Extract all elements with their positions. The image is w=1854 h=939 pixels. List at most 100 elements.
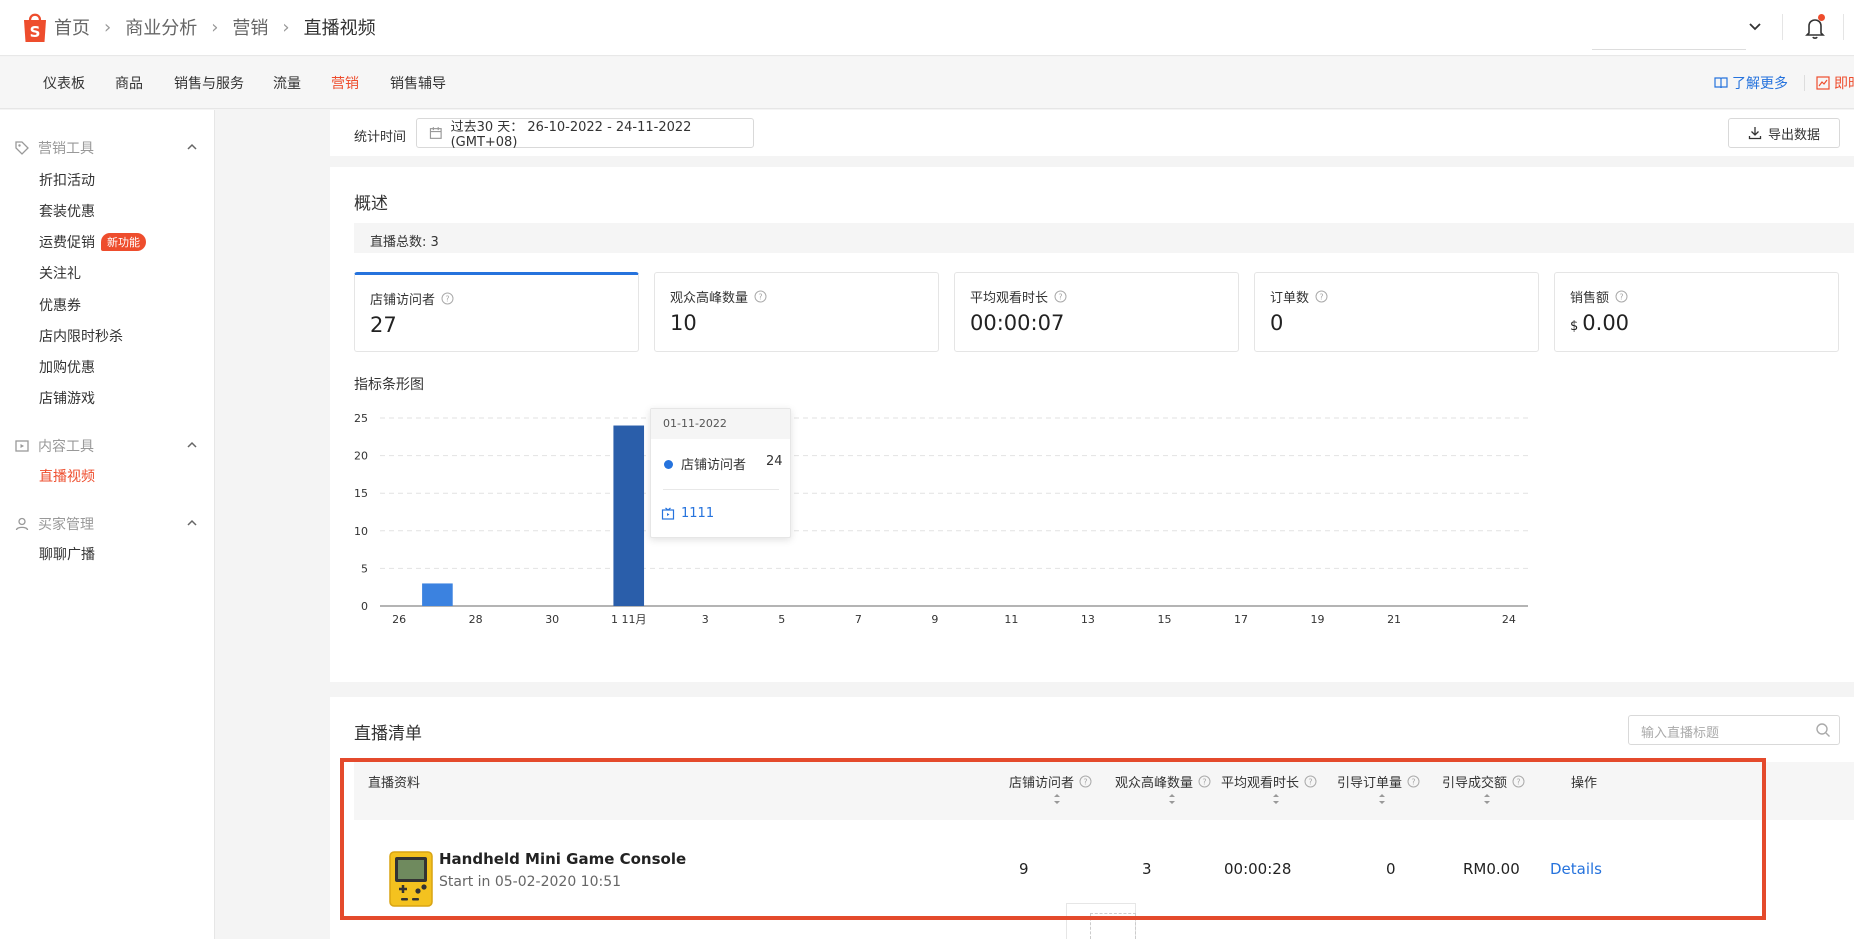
breadcrumb-marketing[interactable]: 营销 (232, 14, 268, 40)
nav-traffic[interactable]: 流量 (273, 73, 301, 93)
sort-icon[interactable] (1377, 792, 1387, 806)
column-header-sales[interactable]: 引导成交额 ? (1442, 772, 1525, 791)
details-link[interactable]: Details (1550, 860, 1602, 878)
download-icon (1748, 127, 1762, 140)
tooltip-live-link[interactable]: 1111 (661, 506, 714, 521)
sidebar-item-live-video[interactable]: 直播视频 (39, 466, 95, 486)
svg-text:?: ? (1058, 293, 1062, 302)
x-tick-label: 13 (1081, 613, 1095, 626)
breadcrumb-separator-icon: › (104, 16, 112, 38)
product-thumbnail[interactable] (384, 848, 438, 908)
nav-dashboard[interactable]: 仪表板 (43, 73, 85, 93)
nav-sales-service[interactable]: 销售与服务 (174, 73, 244, 93)
shopee-logo-icon[interactable]: S (20, 10, 50, 44)
live-icon (661, 507, 675, 520)
question-icon[interactable]: ? (441, 292, 454, 305)
metric-label: 订单数 (1270, 291, 1310, 306)
x-tick-label: 26 (392, 613, 406, 626)
nav-sales-coaching[interactable]: 销售辅导 (390, 73, 446, 93)
metric-card-shop-visitors[interactable]: 店铺访问者 ? 27 (354, 272, 639, 352)
column-header-label: 引导订单量 (1337, 776, 1403, 791)
chart-bar (422, 583, 453, 606)
overview-card: 概述 直播总数: 3 店铺访问者 ? 27 观众高峰数量 ? 10 平均观看时长… (330, 167, 1854, 682)
tooltip-series-name: 店铺访问者 (681, 458, 747, 473)
sort-icon[interactable] (1271, 792, 1281, 806)
metric-label-group: 观众高峰数量 ? (670, 287, 767, 306)
metric-card-avg-watch-time[interactable]: 平均观看时长 ? 00:00:07 (954, 272, 1239, 352)
breadcrumb-home[interactable]: 首页 (54, 14, 90, 40)
live-title-search-input[interactable]: 输入直播标题 (1628, 715, 1840, 745)
table-header: 直播资料 店铺访问者 ? 观众高峰数量 ? 平均观看时长 ? 引导订单量 ? 引… (354, 762, 1854, 820)
live-list-title: 直播清单 (354, 724, 422, 744)
svg-text:?: ? (758, 293, 762, 302)
metric-label: 观众高峰数量 (670, 291, 749, 306)
column-header-visitors[interactable]: 店铺访问者 ? (1009, 772, 1092, 791)
chevron-up-icon[interactable] (185, 140, 199, 154)
column-header-avg-watch[interactable]: 平均观看时长 ? (1221, 772, 1317, 791)
question-icon[interactable]: ? (1054, 290, 1067, 303)
svg-text:?: ? (1202, 778, 1206, 787)
search-placeholder: 输入直播标题 (1641, 726, 1720, 741)
tooltip-value: 24 (766, 454, 783, 469)
sidebar-item-flash-sale[interactable]: 店内限时秒杀 (39, 326, 123, 346)
sort-icon[interactable] (1167, 792, 1177, 806)
sidebar-item-bundle[interactable]: 套装优惠 (39, 201, 95, 221)
question-icon[interactable]: ? (1304, 775, 1317, 788)
sidebar-item-add-on-deal[interactable]: 加购优惠 (39, 357, 95, 377)
search-icon[interactable] (1815, 722, 1831, 738)
metric-card-sales[interactable]: 销售额 ? $0.00 (1554, 272, 1839, 352)
metric-card-peak-viewers[interactable]: 观众高峰数量 ? 10 (654, 272, 939, 352)
metric-card-orders[interactable]: 订单数 ? 0 (1254, 272, 1539, 352)
time-filter-card: 统计时间 过去30 天： 26-10-2022 - 24-11-2022 (GM… (330, 110, 1854, 156)
chevron-up-icon[interactable] (185, 438, 199, 452)
placeholder-frame (1090, 913, 1136, 939)
question-icon[interactable]: ? (754, 290, 767, 303)
sidebar-item-chat-broadcast[interactable]: 聊聊广播 (39, 544, 95, 564)
question-icon[interactable]: ? (1079, 775, 1092, 788)
sidebar-group-label: 内容工具 (38, 439, 94, 455)
video-icon (15, 440, 29, 452)
nav-products[interactable]: 商品 (115, 73, 143, 93)
question-icon[interactable]: ? (1198, 775, 1211, 788)
sidebar-item-discount[interactable]: 折扣活动 (39, 170, 95, 190)
chevron-down-icon[interactable] (1746, 18, 1764, 36)
nav-marketing[interactable]: 营销 (331, 73, 359, 93)
sidebar-item-shop-game[interactable]: 店铺游戏 (39, 388, 95, 408)
divider (1592, 49, 1746, 50)
tag-icon (15, 141, 29, 155)
sidebar-item-shipping-promo[interactable]: 运费促销 新功能 (39, 232, 146, 252)
column-header-label: 引导成交额 (1442, 776, 1508, 791)
sidebar-group-content-tools[interactable]: 内容工具 (14, 436, 199, 456)
metric-label: 销售额 (1570, 291, 1610, 306)
question-icon[interactable]: ? (1512, 775, 1525, 788)
sort-icon[interactable] (1052, 792, 1062, 806)
instant-link[interactable]: 即时 (1816, 73, 1854, 93)
date-range-picker[interactable]: 过去30 天： 26-10-2022 - 24-11-2022 (GMT+08) (416, 118, 754, 150)
column-header-peak-viewers[interactable]: 观众高峰数量 ? (1115, 772, 1211, 791)
sidebar-item-follow-gift[interactable]: 关注礼 (39, 263, 81, 283)
metric-label: 店铺访问者 (370, 293, 436, 308)
x-tick-label: 21 (1387, 613, 1401, 626)
export-data-button[interactable]: 导出数据 (1728, 118, 1840, 148)
metric-value: 0 (1270, 311, 1284, 335)
x-tick-label: 28 (469, 613, 483, 626)
time-label: 统计时间 (354, 130, 407, 145)
sort-icon[interactable] (1482, 792, 1492, 806)
question-icon[interactable]: ? (1315, 290, 1328, 303)
breadcrumb-business-analysis[interactable]: 商业分析 (125, 14, 197, 40)
question-icon[interactable]: ? (1407, 775, 1420, 788)
sidebar-group-buyer-management[interactable]: 买家管理 (14, 514, 199, 534)
chevron-up-icon[interactable] (185, 516, 199, 530)
product-name[interactable]: Handheld Mini Game Console (439, 850, 686, 868)
sidebar-group-marketing-tools[interactable]: 营销工具 (14, 138, 199, 158)
sidebar-item-voucher[interactable]: 优惠券 (39, 295, 81, 315)
instant-label: 即时 (1834, 76, 1854, 92)
column-header-orders[interactable]: 引导订单量 ? (1337, 772, 1420, 791)
main-nav: 仪表板 商品 销售与服务 流量 营销 销售辅导 了解更多 即时 (0, 57, 1854, 109)
new-feature-badge: 新功能 (101, 233, 146, 251)
user-icon (15, 517, 29, 531)
question-icon[interactable]: ? (1615, 290, 1628, 303)
metric-value: 10 (670, 311, 697, 335)
learn-more-link[interactable]: 了解更多 (1714, 73, 1788, 93)
tooltip-date: 01-11-2022 (651, 409, 790, 439)
